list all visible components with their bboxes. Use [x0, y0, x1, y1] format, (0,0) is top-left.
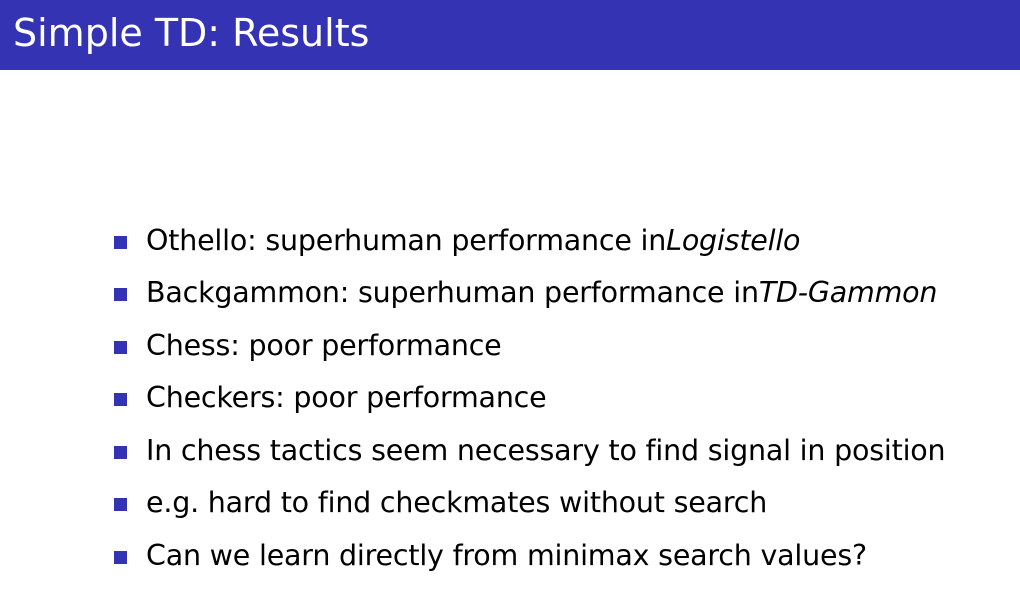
bullet-text: e.g. hard to find checkmates without sea…: [146, 486, 768, 520]
title-bar: Simple TD: Results: [0, 0, 1020, 70]
bullet-text: Can we learn directly from minimax searc…: [146, 538, 867, 572]
bullet-emphasis: Logistello: [666, 223, 801, 257]
bullet-text: Backgammon: superhuman performance in: [146, 276, 759, 310]
square-bullet-icon: [114, 235, 127, 249]
square-bullet-icon: [114, 288, 127, 302]
bullet-item-checkmates: e.g. hard to find checkmates without sea…: [114, 477, 945, 530]
bullet-text: Othello: superhuman performance in: [146, 223, 667, 257]
square-bullet-icon: [114, 498, 127, 512]
slide-title: Simple TD: Results: [13, 11, 370, 55]
square-bullet-icon: [114, 445, 127, 459]
bullet-text: Checkers: poor performance: [146, 381, 547, 415]
bullet-item-chess-tactics: In chess tactics seem necessary to find …: [114, 424, 946, 477]
bullet-item-checkers: Checkers: poor performance: [114, 372, 945, 425]
square-bullet-icon: [114, 393, 127, 407]
bullet-list: Othello: superhuman performance in Logis…: [114, 214, 946, 582]
bullet-item-chess: Chess: poor performance: [114, 319, 945, 372]
square-bullet-icon: [114, 550, 127, 564]
bullet-text: In chess tactics seem necessary to find …: [146, 433, 946, 467]
square-bullet-icon: [114, 340, 127, 354]
bullet-item-backgammon: Backgammon: superhuman performance in TD…: [114, 267, 945, 320]
bullet-item-othello: Othello: superhuman performance in Logis…: [114, 214, 945, 267]
bullet-text: Chess: poor performance: [146, 328, 502, 362]
bullet-item-minimax: Can we learn directly from minimax searc…: [114, 529, 945, 582]
bullet-emphasis: TD-Gammon: [758, 276, 938, 310]
